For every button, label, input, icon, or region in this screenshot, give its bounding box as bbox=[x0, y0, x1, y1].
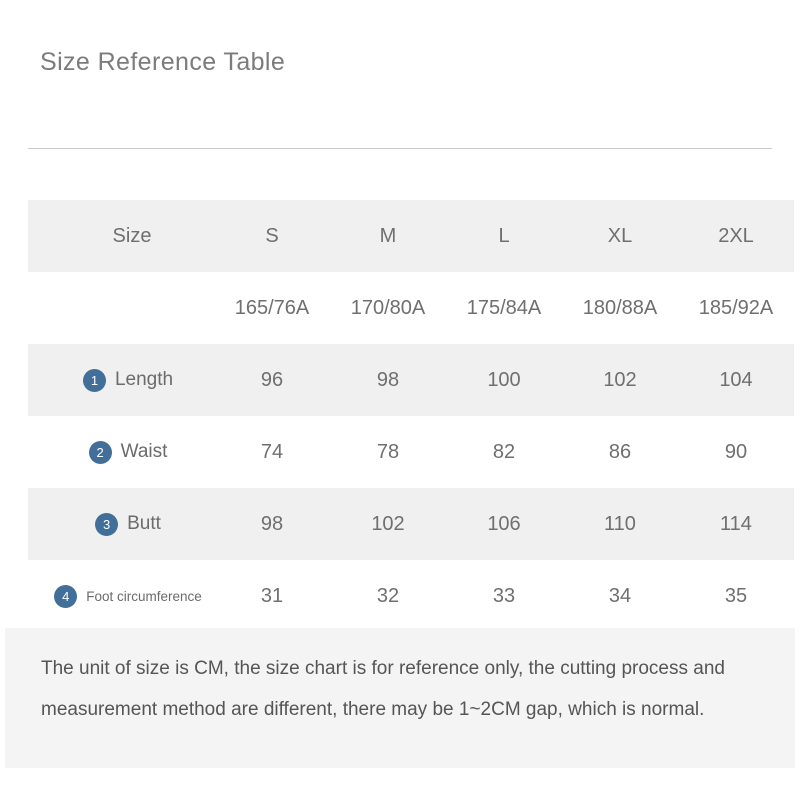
row-label-text: Length bbox=[114, 369, 174, 391]
header-size-l: L bbox=[498, 224, 510, 247]
spec-value-l: 175/84A bbox=[466, 296, 542, 319]
table-row: 3 Butt 98 102 106 110 114 bbox=[28, 488, 794, 560]
spec-value-xl: 180/88A bbox=[582, 296, 658, 319]
cell-butt-m: 102 bbox=[371, 512, 405, 535]
header-size-2xl: 2XL bbox=[718, 224, 754, 247]
cell-foot-s: 31 bbox=[260, 584, 284, 607]
cell-length-l: 100 bbox=[487, 368, 521, 391]
table-row: 2 Waist 74 78 82 86 90 bbox=[28, 416, 794, 488]
cell-foot-xl: 34 bbox=[608, 584, 632, 607]
table-row: 1 Length 96 98 100 102 104 bbox=[28, 344, 794, 416]
row-number-badge: 2 bbox=[88, 440, 112, 464]
cell-waist-xl: 86 bbox=[608, 440, 632, 463]
table-row: 4 Foot circumference 31 32 33 34 35 bbox=[28, 560, 794, 632]
cell-foot-m: 32 bbox=[376, 584, 400, 607]
row-label-length: 1 Length bbox=[28, 344, 214, 416]
cell-butt-2xl: 114 bbox=[720, 512, 752, 535]
row-number-badge: 3 bbox=[95, 512, 119, 536]
cell-length-s: 96 bbox=[260, 368, 284, 391]
spec-value-m: 170/80A bbox=[350, 296, 426, 319]
cell-length-xl: 102 bbox=[603, 368, 637, 391]
page-title: Size Reference Table bbox=[40, 48, 286, 76]
row-number-badge: 4 bbox=[54, 584, 78, 608]
cell-waist-m: 78 bbox=[376, 440, 400, 463]
cell-waist-s: 74 bbox=[260, 440, 284, 463]
header-size-s: S bbox=[265, 224, 279, 247]
title-divider bbox=[28, 148, 772, 149]
table-spec-row: 165/76A 170/80A 175/84A 180/88A 185/92A bbox=[28, 272, 794, 344]
footer-note-text: The unit of size is CM, the size chart i… bbox=[41, 658, 725, 720]
table-header-row: Size S M L XL 2XL bbox=[28, 200, 794, 272]
cell-length-2xl: 104 bbox=[719, 368, 753, 391]
row-label-text: Waist bbox=[120, 441, 168, 463]
header-size-m: M bbox=[379, 224, 397, 247]
size-reference-table: Size S M L XL 2XL 165/76A 170/80A 175/84… bbox=[28, 200, 794, 632]
cell-butt-s: 98 bbox=[260, 512, 284, 535]
row-number-badge: 1 bbox=[82, 368, 106, 392]
row-label-butt: 3 Butt bbox=[28, 488, 214, 560]
row-label-waist: 2 Waist bbox=[28, 416, 214, 488]
cell-foot-2xl: 35 bbox=[724, 584, 748, 607]
cell-butt-l: 106 bbox=[487, 512, 521, 535]
header-size-label: Size bbox=[112, 224, 152, 247]
cell-butt-xl: 110 bbox=[604, 512, 636, 535]
cell-length-m: 98 bbox=[376, 368, 400, 391]
row-label-text: Butt bbox=[127, 513, 161, 535]
spec-row-label bbox=[28, 272, 214, 344]
cell-foot-l: 33 bbox=[492, 584, 516, 607]
row-label-foot-circumference: 4 Foot circumference bbox=[28, 560, 214, 632]
spec-value-2xl: 185/92A bbox=[698, 296, 774, 319]
spec-value-s: 165/76A bbox=[234, 296, 310, 319]
cell-waist-2xl: 90 bbox=[724, 440, 748, 463]
row-label-text: Foot circumference bbox=[86, 588, 202, 604]
footer-note: The unit of size is CM, the size chart i… bbox=[5, 628, 795, 768]
cell-waist-l: 82 bbox=[492, 440, 516, 463]
header-size-xl: XL bbox=[607, 224, 633, 247]
